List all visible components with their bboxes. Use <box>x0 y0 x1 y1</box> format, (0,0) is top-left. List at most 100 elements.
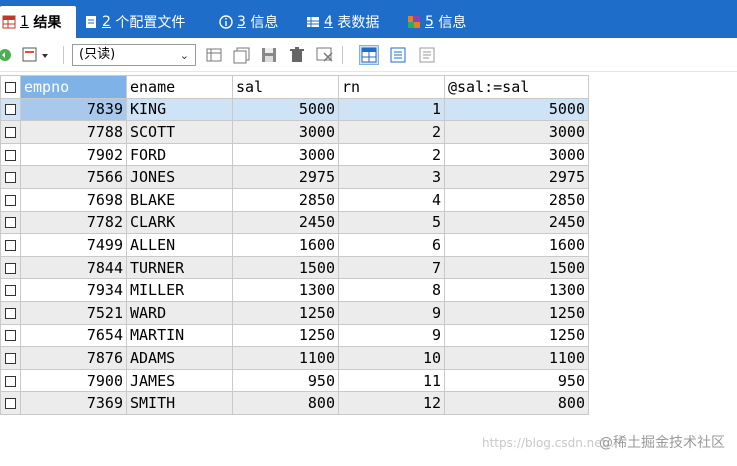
cell-sal[interactable]: 1100 <box>232 346 339 370</box>
cell-sal[interactable]: 950 <box>232 368 339 393</box>
cell-salsal[interactable]: 1600 <box>444 233 589 257</box>
row-checkbox[interactable] <box>0 278 21 302</box>
cell-sal[interactable]: 1500 <box>232 255 339 280</box>
column-header-empno[interactable]: empno <box>20 75 127 99</box>
table-row[interactable]: 7369 SMITH 800 12 800 <box>0 391 589 415</box>
cell-salsal[interactable]: 3000 <box>444 120 589 144</box>
row-checkbox[interactable] <box>0 233 21 257</box>
table-row[interactable]: 7566 JONES 2975 3 2975 <box>0 165 589 189</box>
row-checkbox[interactable] <box>0 346 21 370</box>
cell-rn[interactable]: 8 <box>338 278 445 302</box>
row-checkbox[interactable] <box>0 97 21 122</box>
row-checkbox[interactable] <box>0 120 21 144</box>
cell-salsal[interactable]: 1250 <box>444 323 589 348</box>
table-row[interactable]: 7499 ALLEN 1600 6 1600 <box>0 233 589 257</box>
table-row[interactable]: 7876 ADAMS 1100 10 1100 <box>0 346 589 370</box>
select-all-checkbox[interactable] <box>0 75 21 99</box>
cell-rn[interactable]: 6 <box>338 233 445 257</box>
cell-ename[interactable]: JONES <box>126 165 233 189</box>
cell-empno[interactable]: 7900 <box>20 368 127 393</box>
table-row[interactable]: 7521 WARD 1250 9 1250 <box>0 300 589 325</box>
tab-info[interactable]: 3 信息 <box>219 6 278 38</box>
cell-rn[interactable]: 9 <box>338 300 445 325</box>
cell-salsal[interactable]: 800 <box>444 391 589 415</box>
cell-ename[interactable]: SMITH <box>126 391 233 415</box>
cell-ename[interactable]: ADAMS <box>126 346 233 370</box>
cell-sal[interactable]: 3000 <box>232 142 339 167</box>
cell-salsal[interactable]: 950 <box>444 368 589 393</box>
cell-ename[interactable]: WARD <box>126 300 233 325</box>
readonly-mode-select[interactable]: (只读) ⌄ <box>72 44 196 66</box>
duplicate-row-icon[interactable] <box>233 46 251 64</box>
cell-rn[interactable]: 10 <box>338 346 445 370</box>
cell-sal[interactable]: 1250 <box>232 323 339 348</box>
tab-profiles[interactable]: 2 个配置文件 <box>84 6 185 38</box>
cell-ename[interactable]: JAMES <box>126 368 233 393</box>
cell-rn[interactable]: 3 <box>338 165 445 189</box>
row-checkbox[interactable] <box>0 391 21 415</box>
cell-sal[interactable]: 1300 <box>232 278 339 302</box>
cell-rn[interactable]: 2 <box>338 120 445 144</box>
add-row-icon[interactable] <box>206 46 224 64</box>
cell-rn[interactable]: 7 <box>338 255 445 280</box>
cell-empno[interactable]: 7934 <box>20 278 127 302</box>
grid-view-icon[interactable] <box>359 45 379 65</box>
row-checkbox[interactable] <box>0 368 21 393</box>
table-row[interactable]: 7900 JAMES 950 11 950 <box>0 368 589 393</box>
table-row[interactable]: 7934 MILLER 1300 8 1300 <box>0 278 589 302</box>
cell-rn[interactable]: 5 <box>338 210 445 235</box>
table-row[interactable]: 7844 TURNER 1500 7 1500 <box>0 255 589 280</box>
cell-salsal[interactable]: 1500 <box>444 255 589 280</box>
tab-info-2[interactable]: 5 信息 <box>407 6 466 38</box>
cell-salsal[interactable]: 3000 <box>444 142 589 167</box>
cell-ename[interactable]: CLARK <box>126 210 233 235</box>
cell-ename[interactable]: ALLEN <box>126 233 233 257</box>
cell-empno[interactable]: 7839 <box>20 97 127 122</box>
cell-rn[interactable]: 12 <box>338 391 445 415</box>
cell-ename[interactable]: MARTIN <box>126 323 233 348</box>
table-row[interactable]: 7788 SCOTT 3000 2 3000 <box>0 120 589 144</box>
cell-ename[interactable]: MILLER <box>126 278 233 302</box>
cell-sal[interactable]: 2450 <box>232 210 339 235</box>
row-checkbox[interactable] <box>0 187 21 212</box>
tab-results[interactable]: 1 结果 <box>0 6 76 38</box>
cell-sal[interactable]: 800 <box>232 391 339 415</box>
tab-table-data[interactable]: 4 表数据 <box>306 6 379 38</box>
row-checkbox[interactable] <box>0 300 21 325</box>
cell-salsal[interactable]: 1250 <box>444 300 589 325</box>
form-view-icon[interactable] <box>389 46 407 64</box>
cell-salsal[interactable]: 2975 <box>444 165 589 189</box>
cell-rn[interactable]: 9 <box>338 323 445 348</box>
row-checkbox[interactable] <box>0 210 21 235</box>
cell-sal[interactable]: 3000 <box>232 120 339 144</box>
column-header-sal[interactable]: sal <box>232 75 339 99</box>
refresh-icon[interactable] <box>0 46 14 64</box>
cell-empno[interactable]: 7654 <box>20 323 127 348</box>
column-header-ename[interactable]: ename <box>126 75 233 99</box>
delete-icon[interactable] <box>288 46 306 64</box>
row-checkbox[interactable] <box>0 323 21 348</box>
cell-empno[interactable]: 7902 <box>20 142 127 167</box>
cell-ename[interactable]: SCOTT <box>126 120 233 144</box>
cell-empno[interactable]: 7521 <box>20 300 127 325</box>
cell-ename[interactable]: KING <box>126 97 233 122</box>
cell-empno[interactable]: 7788 <box>20 120 127 144</box>
row-checkbox[interactable] <box>0 142 21 167</box>
cell-empno[interactable]: 7844 <box>20 255 127 280</box>
save-icon[interactable] <box>260 46 278 64</box>
text-view-icon[interactable] <box>418 46 436 64</box>
cell-sal[interactable]: 1600 <box>232 233 339 257</box>
cell-empno[interactable]: 7566 <box>20 165 127 189</box>
row-checkbox[interactable] <box>0 165 21 189</box>
table-row[interactable]: 7902 FORD 3000 2 3000 <box>0 142 589 167</box>
cell-ename[interactable]: BLAKE <box>126 187 233 212</box>
cell-empno[interactable]: 7499 <box>20 233 127 257</box>
cell-sal[interactable]: 5000 <box>232 97 339 122</box>
cell-salsal[interactable]: 1300 <box>444 278 589 302</box>
cell-salsal[interactable]: 2450 <box>444 210 589 235</box>
cancel-changes-icon[interactable] <box>316 46 334 64</box>
cell-ename[interactable]: FORD <box>126 142 233 167</box>
cell-empno[interactable]: 7698 <box>20 187 127 212</box>
table-row[interactable]: 7698 BLAKE 2850 4 2850 <box>0 187 589 212</box>
cell-rn[interactable]: 4 <box>338 187 445 212</box>
